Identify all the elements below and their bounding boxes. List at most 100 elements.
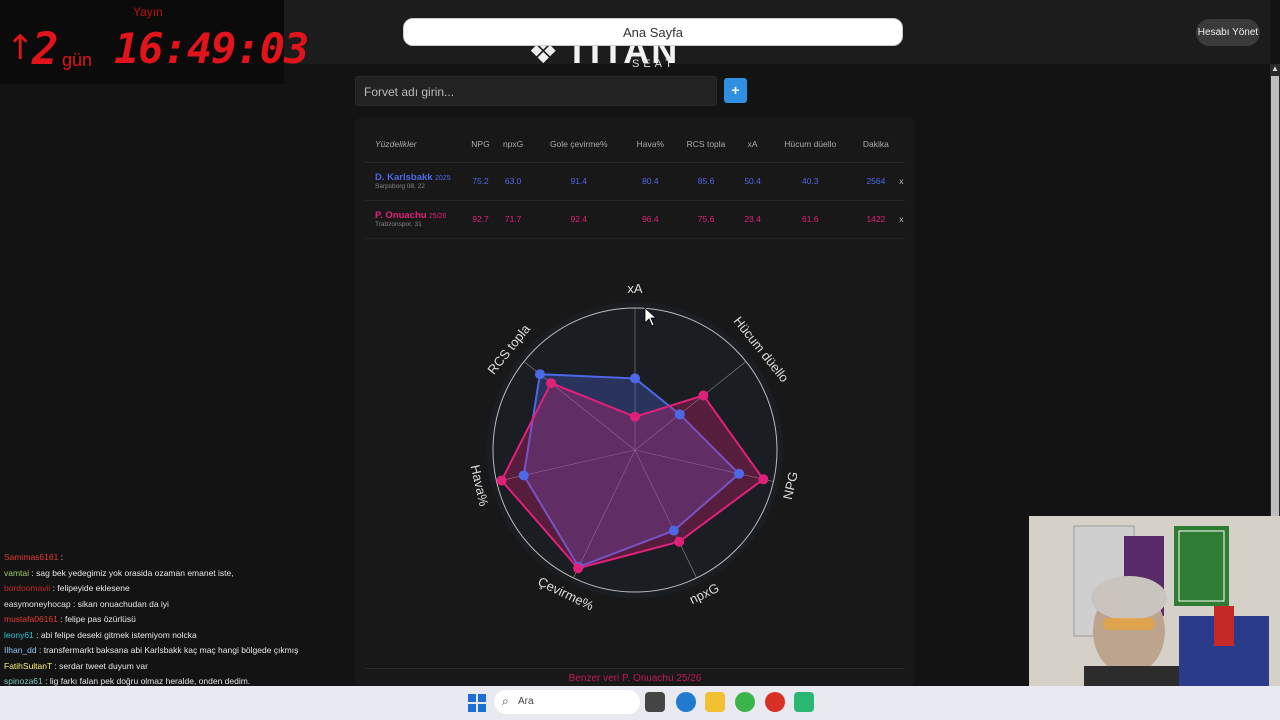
radar-data-point [546,378,557,389]
player-season: 25/26 [428,213,447,220]
remove-player-button[interactable]: x [897,162,905,201]
chat-username: Samimas6161 [4,552,59,562]
chat-message: leony61 : abi felipe deseki gitmek istem… [4,630,197,640]
radar-data-point [734,468,745,479]
chat-text: : serdar tweet duyum var [52,660,148,671]
chat-message: mustafa06161 : felipe pas özürlüsü [4,614,136,624]
stream-timer: Yayın ↑ 2 gün 16:49:03 [0,0,309,84]
table-header-row: Yüzdelikler NPG npxG Gole çevirme% Hava%… [365,126,905,163]
stat-cell: 61.6 [766,200,855,239]
table-row: P. Onuachu 25/26 Trabzonspor, 31 92.7 71… [365,200,905,239]
stat-cell: 40.3 [766,162,855,201]
forward-search-input[interactable]: Forvet adı girin... [355,76,717,106]
taskbar-search[interactable]: ⌕ Ara [494,690,640,714]
chat-username: vamtai [4,567,30,578]
chat-username: FatihSultanT [4,660,53,671]
chrome-active-icon[interactable] [765,692,785,712]
chat-username: spinoza61 [4,676,43,686]
taskbar-search-label: Ara [518,696,534,707]
radar-axis-label: NPG [780,470,801,501]
file-explorer-icon[interactable] [705,692,725,712]
col-header-remove [897,126,905,163]
radar-axis-label: xA [627,281,643,296]
radar-data-point [698,390,709,401]
col-header: RCS topla [673,126,739,163]
stat-cell: 80.4 [627,162,674,201]
chat-text: : sikan onuachudan da iyi [70,598,169,609]
player-season: 2025 [434,175,451,182]
logo-subtext: SEAT [632,58,676,70]
search-icon: ⌕ [502,694,509,708]
player-team: Sarpsborg 08, 22 [375,183,425,190]
chat-username: Ilhan_dd [4,645,37,655]
col-header: Yüzdelikler [365,126,465,163]
player-name[interactable]: D. Karlsbakk [375,172,433,183]
chat-text: : transfermarkt baksana abi Karlsbakk ka… [36,645,299,655]
chat-username: bordoomavii [4,583,51,593]
stat-cell: 63.0 [496,162,531,201]
radar-data-point [674,409,685,420]
timer-days: 2 [32,24,59,75]
timer-days-unit: gün [62,50,93,70]
table-row: D. Karlsbakk 2025 Sarpsborg 08, 22 75.2 … [365,162,905,201]
col-header: npxG [496,126,531,163]
col-header: Hava% [627,126,674,163]
chat-overlay: Samimas6161 : vamtai : sag bek yedegimiz … [0,548,330,702]
timer-clock: 16:49:03 [114,24,309,73]
player-name[interactable]: P. Onuachu [375,210,427,221]
stat-cell: 96.4 [627,200,674,239]
scroll-up-icon[interactable]: ▲ [1271,64,1279,74]
app-icon[interactable] [794,692,814,712]
task-view-icon[interactable] [645,692,665,712]
chat-text: : sag bek yedegimiz yok orasida ozaman e… [29,567,234,578]
radar-data-point [534,369,545,380]
radar-axis-label: Hava% [468,463,492,508]
radar-data-point [758,474,769,485]
stat-cell: 50.4 [738,162,767,201]
arrow-up-icon: ↑ [6,28,35,68]
similar-players-link[interactable]: Benzer veri P. Onuachu 25/26 [365,668,905,686]
radar-chart: xAHücum düelloNPGnpxGÇevirme%Hava%RCS to… [468,281,801,614]
taskbar [0,686,1280,720]
chat-text: : abi felipe deseki gitmek istemiyom nol… [33,629,197,640]
edge-icon[interactable] [676,692,696,712]
chat-message: bordoomavii : felipeyide eklesene [4,583,130,593]
radar-data-point [630,411,640,422]
radar-data-point [573,563,584,574]
stat-cell: 75.6 [673,200,739,239]
stat-cell: 91.4 [530,162,628,201]
chat-message: spinoza61 : lig farkı falan pek doğru ol… [4,676,250,686]
chat-message: vamtai : sag bek yedegimiz yok orasida o… [4,568,234,578]
stat-cell: 71.7 [496,200,531,239]
col-header: NPG [465,126,497,163]
account-button[interactable]: Hesabı Yönet [1196,19,1260,46]
chrome-icon[interactable] [735,692,755,712]
radar-data-point [668,525,679,536]
col-header: Gole çevirme% [530,126,628,163]
windows-start-icon[interactable] [468,694,486,712]
add-player-button[interactable]: + [724,78,747,103]
chat-text: : felipeyide eklesene [50,583,130,593]
chat-message: FatihSultanT : serdar tweet duyum var [4,661,148,671]
chat-username: mustafa06161 [4,614,58,624]
radar-data-point [630,373,640,384]
player-cell: P. Onuachu 25/26 Trabzonspor, 31 [365,200,465,239]
stat-cell: 1422 [854,200,898,239]
remove-player-button[interactable]: x [897,200,905,239]
stat-cell: 75.2 [465,162,497,201]
radar-data-point [518,470,529,481]
col-header: Dakika [854,126,898,163]
stat-cell: 23.4 [738,200,767,239]
stat-cell: 85.6 [673,162,739,201]
home-button[interactable]: Ana Sayfa [403,18,903,46]
timer-label: Yayın [133,5,163,19]
player-team: Trabzonspor, 31 [375,221,422,228]
chat-message: Ilhan_dd : transfermarkt baksana abi Kar… [4,645,298,655]
player-cell: D. Karlsbakk 2025 Sarpsborg 08, 22 [365,162,465,201]
stat-cell: 92.4 [530,200,628,239]
radar-data-point [674,536,685,547]
stat-cell: 92.7 [465,200,497,239]
col-header: Hücum düello [766,126,855,163]
stats-table: Yüzdelikler NPG npxG Gole çevirme% Hava%… [365,126,905,239]
stat-cell: 2564 [854,162,898,201]
